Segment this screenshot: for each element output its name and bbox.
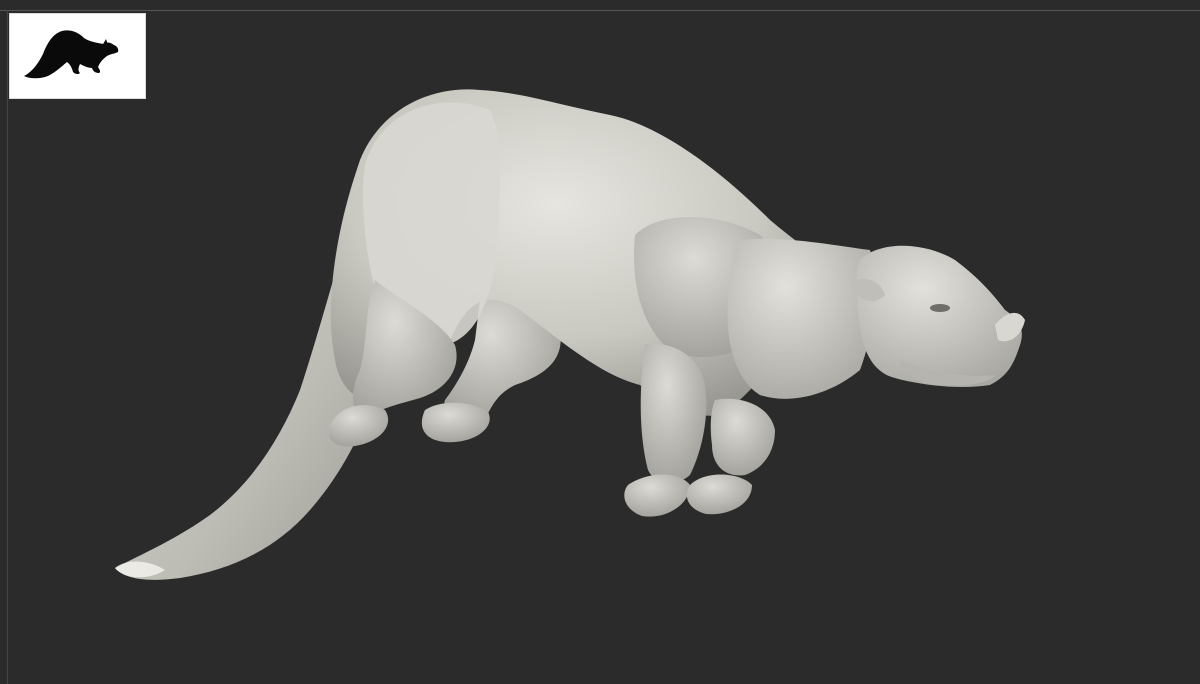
model-head xyxy=(856,245,1022,388)
model-foreleg-far xyxy=(710,398,775,476)
model-foreleg-near xyxy=(640,344,707,484)
model-forefoot-far xyxy=(686,474,752,515)
sculpted-creature-model[interactable] xyxy=(0,0,1200,684)
model-eye xyxy=(930,304,950,312)
model-forefoot-near xyxy=(624,474,690,517)
model-neck xyxy=(727,238,876,399)
model-hind-foot-far xyxy=(421,402,490,443)
viewport-canvas[interactable] xyxy=(0,0,1200,684)
